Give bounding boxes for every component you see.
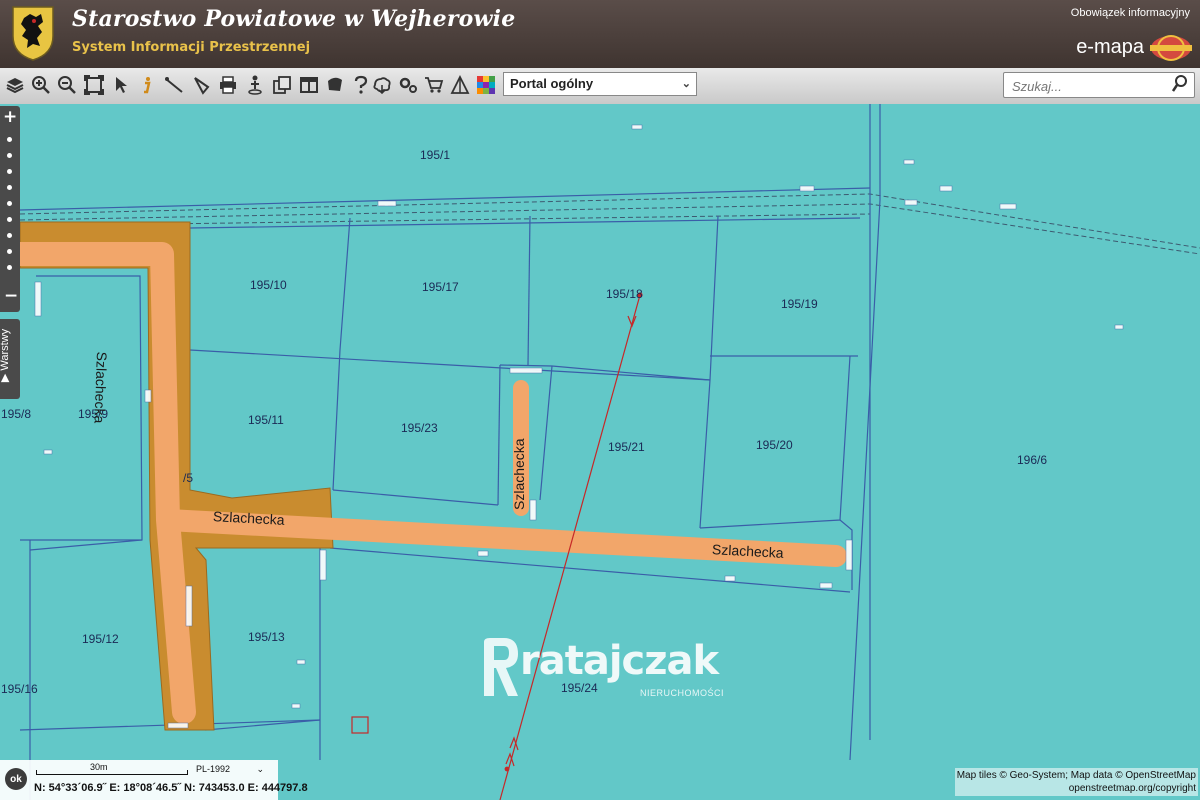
portal-select-value: Portal ogólny [510, 76, 594, 91]
zoom-level-dot[interactable] [7, 137, 12, 142]
zoom-level-dot[interactable] [7, 169, 12, 174]
parcel-label: 195/12 [82, 632, 119, 646]
street-label: Szlachecka [91, 351, 110, 424]
parcel-label: 195/10 [250, 278, 287, 292]
zoom-level-dot[interactable] [7, 185, 12, 190]
help-icon[interactable] [350, 74, 372, 96]
zoom-minus-icon[interactable]: − [4, 286, 18, 306]
portal-select[interactable]: Portal ogólny ⌄ [503, 72, 697, 96]
parcel-label: 195/19 [781, 297, 818, 311]
chevron-down-icon: ⌄ [256, 764, 264, 774]
parcel-label: 195/17 [422, 280, 459, 294]
county-crest-icon [12, 6, 54, 61]
zoom-in-icon[interactable] [30, 74, 52, 96]
measure-area-icon[interactable] [190, 74, 212, 96]
info-icon[interactable] [136, 74, 158, 96]
street-label: Szlachecka [511, 438, 527, 510]
coordinates-readout: N: 54°33´06.9˝ E: 18°08´46.5˝ N: 743453.… [34, 782, 308, 794]
table-icon[interactable] [298, 74, 320, 96]
parcel-label: 195/23 [401, 421, 438, 435]
attribution-link[interactable]: openstreetmap.org/copyright [957, 782, 1196, 795]
zoom-level-dot[interactable] [7, 249, 12, 254]
zoom-plus-icon[interactable]: + [3, 107, 17, 127]
zoom-level-dot[interactable] [7, 265, 12, 270]
print-icon[interactable] [217, 74, 239, 96]
search-icon[interactable] [1171, 75, 1188, 97]
shape-icon[interactable] [324, 74, 346, 96]
layers-icon[interactable] [4, 74, 26, 96]
chevron-down-icon: ⌄ [681, 78, 691, 90]
parcel-label: 195/20 [756, 438, 793, 452]
geosystem-logo-icon [1150, 35, 1192, 61]
search-input[interactable] [1010, 74, 1164, 98]
gear-icon[interactable] [397, 74, 419, 96]
search-box [1003, 72, 1195, 98]
app-subtitle: System Informacji Przestrzennej [72, 40, 311, 55]
crs-value: PL-1992 [196, 764, 231, 774]
parcel-label: 195/16 [1, 682, 38, 696]
scale-bar [36, 770, 188, 775]
parcel-label: 196/6 [1017, 453, 1048, 467]
measure-line-icon[interactable] [163, 74, 185, 96]
zoom-level-dot[interactable] [7, 217, 12, 222]
zoom-level-dot[interactable] [7, 233, 12, 238]
zoom-level-dot[interactable] [7, 153, 12, 158]
duty-info-link[interactable]: Obowiązek informacyjny [1071, 7, 1190, 19]
watermark-name: ratajczak [520, 638, 719, 684]
parcel-label: 195/13 [248, 630, 285, 644]
attribution-line: Map tiles © Geo-System; Map data © OpenS… [956, 770, 1196, 781]
parcel-label: /5 [183, 471, 194, 485]
map-attribution: Map tiles © Geo-System; Map data © OpenS… [954, 768, 1198, 796]
street-view-icon[interactable] [244, 74, 266, 96]
triangle-icon[interactable] [449, 74, 471, 96]
brand-name: e-mapa [1076, 36, 1144, 58]
zoom-out-icon[interactable] [56, 74, 78, 96]
settings-icon[interactable] [371, 74, 393, 96]
app-title: Starostwo Powiatowe w Wejherowie [72, 6, 516, 32]
map-canvas[interactable]: 195/1 195/10 195/17 195/18 195/19 195/8 … [0, 104, 1200, 800]
copy-icon[interactable] [271, 74, 293, 96]
watermark-logo: ratajczak NIERUCHOMOŚCI [478, 632, 728, 706]
layers-tab-label: ▶ Warstwy [0, 328, 12, 383]
select-pointer-icon[interactable] [110, 74, 132, 96]
app-header: Starostwo Powiatowe w Wejherowie System … [0, 0, 1200, 68]
parcel-label: 195/21 [608, 440, 645, 454]
zoom-extent-icon[interactable] [83, 74, 105, 96]
parcel-label: 195/11 [248, 413, 284, 427]
cart-icon[interactable] [423, 74, 445, 96]
crs-select[interactable]: PL-1992 ⌄ [196, 764, 268, 778]
parcel-label: 195/18 [606, 287, 643, 301]
ok-button[interactable]: ok [5, 768, 27, 790]
parcel-label: 195/1 [420, 148, 451, 162]
color-grid-icon[interactable] [475, 74, 497, 96]
zoom-slider[interactable]: + − [0, 106, 20, 312]
watermark-tagline: NIERUCHOMOŚCI [640, 688, 725, 698]
parcel-label: 195/8 [1, 407, 32, 421]
layers-panel-tab[interactable]: ▶ Warstwy [0, 319, 20, 399]
ratajczak-logo-icon [484, 638, 518, 696]
zoom-level-dot[interactable] [7, 201, 12, 206]
